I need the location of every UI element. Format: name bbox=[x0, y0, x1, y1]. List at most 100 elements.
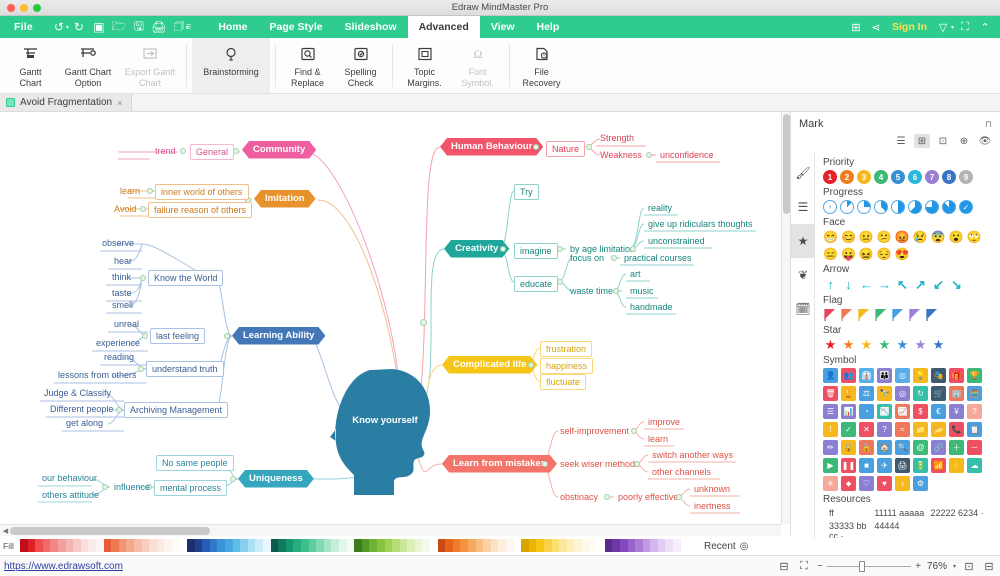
color-swatch[interactable] bbox=[278, 539, 286, 552]
color-swatch[interactable] bbox=[66, 539, 74, 552]
priority-mark-7[interactable]: 7 bbox=[925, 170, 939, 184]
symbol-mark-15[interactable]: 🛒 bbox=[931, 386, 946, 401]
arrow-mark-5[interactable]: ↗ bbox=[913, 277, 928, 292]
color-swatch[interactable] bbox=[309, 539, 317, 552]
topic-self-improvement[interactable]: self-improvement bbox=[556, 425, 633, 438]
color-swatch[interactable] bbox=[210, 539, 218, 552]
face-mark-0[interactable]: 😁 bbox=[823, 230, 838, 244]
symbol-mark-59[interactable]: ⚙ bbox=[913, 476, 928, 491]
symbol-mark-9[interactable]: 🗑 bbox=[823, 386, 838, 401]
collapse-dot[interactable] bbox=[224, 333, 230, 339]
flag-mark-1[interactable] bbox=[840, 308, 854, 322]
color-swatch[interactable] bbox=[665, 539, 673, 552]
topic-unconfidence[interactable]: unconfidence bbox=[656, 149, 718, 162]
chevron-up-icon[interactable]: ⌃ bbox=[976, 16, 994, 38]
priority-mark-8[interactable]: 8 bbox=[942, 170, 956, 184]
progress-mark-50[interactable] bbox=[891, 200, 905, 214]
zoom-level[interactable]: 76% bbox=[927, 561, 947, 572]
topic-influence[interactable]: influence bbox=[110, 481, 154, 494]
color-swatch[interactable] bbox=[650, 539, 658, 552]
topic-mental-process[interactable]: mental process bbox=[154, 480, 227, 496]
tab-page-style[interactable]: Page Style bbox=[259, 16, 334, 38]
collapse-dot[interactable] bbox=[586, 144, 592, 150]
topic-failure-reason-of-others[interactable]: failure reason of others bbox=[148, 202, 252, 218]
recent-color-icon[interactable]: ◎ bbox=[740, 541, 749, 552]
topic-reality[interactable]: reality bbox=[644, 202, 676, 215]
arrow-mark-4[interactable]: ↖ bbox=[895, 277, 910, 292]
open-icon[interactable]: 🗁 bbox=[109, 17, 129, 37]
arrow-mark-7[interactable]: ↘ bbox=[949, 277, 964, 292]
progress-mark-0[interactable]: › bbox=[823, 200, 837, 214]
topic-nature[interactable]: Nature bbox=[546, 141, 585, 157]
new-icon[interactable]: ▣ bbox=[89, 17, 109, 37]
color-swatch[interactable] bbox=[559, 539, 567, 552]
gantt-chart-button[interactable]: GanttChart bbox=[4, 38, 57, 93]
color-swatch[interactable] bbox=[422, 539, 430, 552]
symbol-mark-52[interactable]: ⚡ bbox=[949, 458, 964, 473]
menu-file[interactable]: File bbox=[0, 21, 43, 33]
color-swatch[interactable] bbox=[164, 539, 172, 552]
resources-table[interactable]: ff11111 aaaaa22222 6234 ·33333 bb cc ·44… bbox=[823, 508, 994, 538]
fit-page-icon[interactable]: ⊟ bbox=[777, 560, 791, 574]
topic-imitation[interactable]: Imitation bbox=[254, 190, 316, 208]
symbol-mark-30[interactable]: ? bbox=[877, 422, 892, 437]
color-swatch[interactable] bbox=[316, 539, 324, 552]
topic-music[interactable]: music bbox=[626, 285, 658, 298]
symbol-mark-41[interactable]: @ bbox=[913, 440, 928, 455]
arrow-marks-row[interactable]: ↑↓←→↖↗↙↘ bbox=[823, 277, 994, 292]
topic-our-behaviour[interactable]: our behaviour bbox=[38, 472, 101, 485]
face-mark-13[interactable]: 😍 bbox=[895, 247, 910, 261]
color-swatch[interactable] bbox=[293, 539, 301, 552]
collapse-dot[interactable] bbox=[676, 494, 682, 500]
symbol-mark-20[interactable]: ◔ bbox=[859, 404, 874, 419]
symbol-mark-51[interactable]: 📶 bbox=[931, 458, 946, 473]
fill-style-icon[interactable]: 🖌 bbox=[791, 156, 815, 190]
symbol-mark-21[interactable]: 📉 bbox=[877, 404, 892, 419]
topic-inner-world-of-others[interactable]: inner world of others bbox=[155, 184, 249, 200]
color-swatch[interactable] bbox=[430, 539, 438, 552]
flag-mark-0[interactable] bbox=[823, 308, 837, 322]
brainstorming-button[interactable]: Brainstorming bbox=[192, 38, 270, 93]
topic-switch-another-ways[interactable]: switch another ways bbox=[648, 449, 737, 462]
arrow-mark-6[interactable]: ↙ bbox=[931, 277, 946, 292]
tab-slideshow[interactable]: Slideshow bbox=[334, 16, 408, 38]
topic-learn-from-mistakes[interactable]: Learn from mistakes bbox=[442, 455, 557, 473]
color-swatch[interactable] bbox=[286, 539, 294, 552]
topic-improve[interactable]: improve bbox=[644, 416, 684, 429]
color-swatch[interactable] bbox=[620, 539, 628, 552]
color-swatch[interactable] bbox=[529, 539, 537, 552]
face-mark-10[interactable]: 😛 bbox=[841, 247, 856, 261]
collapse-dot[interactable] bbox=[500, 246, 506, 252]
progress-mark-87.5[interactable] bbox=[942, 200, 956, 214]
topic-frustration[interactable]: frustration bbox=[540, 341, 592, 357]
zoom-out-button[interactable]: − bbox=[817, 561, 823, 572]
color-swatch[interactable] bbox=[81, 539, 89, 552]
cloud-icon[interactable]: ▽ bbox=[934, 16, 952, 38]
color-swatch[interactable] bbox=[255, 539, 263, 552]
topic-no-same-people[interactable]: No same people bbox=[156, 455, 234, 471]
symbol-mark-50[interactable]: 🔋 bbox=[913, 458, 928, 473]
print-icon[interactable]: 🖨 bbox=[149, 17, 169, 37]
collapse-dot[interactable] bbox=[528, 362, 534, 368]
color-swatch[interactable] bbox=[377, 539, 385, 552]
flag-mark-2[interactable] bbox=[857, 308, 871, 322]
topic-happiness[interactable]: happiness bbox=[540, 358, 593, 374]
topic-educate[interactable]: educate bbox=[514, 276, 558, 292]
topic-complicated-life[interactable]: Complicated life bbox=[442, 356, 537, 374]
color-swatch[interactable] bbox=[126, 539, 134, 552]
symbol-mark-47[interactable]: ■ bbox=[859, 458, 874, 473]
color-swatch[interactable] bbox=[134, 539, 142, 552]
color-swatch[interactable] bbox=[225, 539, 233, 552]
symbol-mark-37[interactable]: 🔒 bbox=[841, 440, 856, 455]
collapse-dot[interactable] bbox=[533, 144, 539, 150]
face-mark-4[interactable]: 😡 bbox=[895, 230, 910, 244]
color-swatch[interactable] bbox=[468, 539, 476, 552]
color-swatch[interactable] bbox=[347, 539, 355, 552]
color-swatch[interactable] bbox=[104, 539, 112, 552]
topic-poorly-effective[interactable]: poorly effective bbox=[614, 491, 682, 504]
progress-mark-100[interactable]: ✓ bbox=[959, 200, 973, 214]
face-mark-9[interactable]: 😑 bbox=[823, 247, 838, 261]
color-swatch[interactable] bbox=[643, 539, 651, 552]
topic-margins-button[interactable]: TopicMargins. bbox=[398, 38, 451, 93]
fullscreen-icon[interactable]: ⛶ bbox=[797, 560, 811, 574]
